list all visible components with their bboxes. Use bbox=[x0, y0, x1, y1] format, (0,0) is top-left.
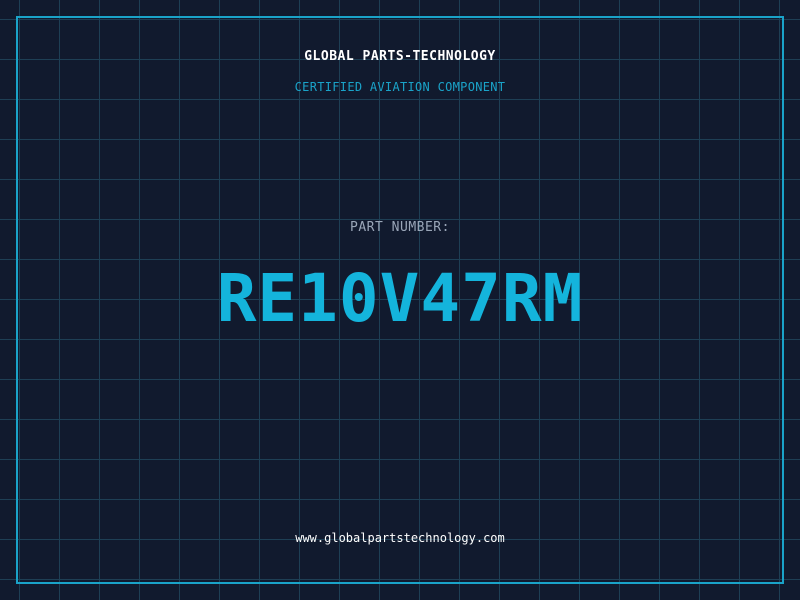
part-number-label: PART NUMBER: bbox=[350, 220, 450, 235]
part-number-value: RE10V47RM bbox=[216, 260, 584, 337]
certification-tagline: CERTIFIED AVIATION COMPONENT bbox=[294, 80, 506, 94]
part-label-card: GLOBAL PARTS-TECHNOLOGY CERTIFIED AVIATI… bbox=[0, 0, 800, 600]
website-url: www.globalpartstechnology.com bbox=[295, 531, 505, 545]
company-name: GLOBAL PARTS-TECHNOLOGY bbox=[304, 49, 496, 64]
